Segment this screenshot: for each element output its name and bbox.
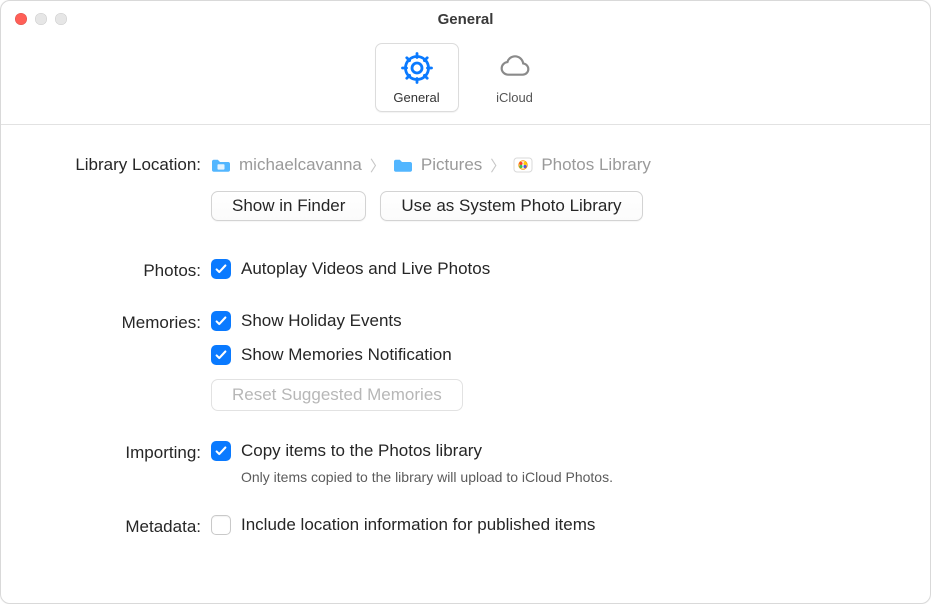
photos-app-icon bbox=[513, 157, 533, 173]
checkbox-icon bbox=[211, 515, 231, 535]
chevron-right-icon: 〉 bbox=[490, 159, 505, 174]
tab-general[interactable]: General bbox=[375, 43, 459, 112]
checkbox-include-location[interactable]: Include location information for publish… bbox=[211, 515, 890, 535]
checkbox-memories-notification[interactable]: Show Memories Notification bbox=[211, 345, 890, 365]
checkbox-icon bbox=[211, 259, 231, 279]
breadcrumb: michaelcavanna 〉 Pictures 〉 bbox=[211, 153, 890, 181]
checkbox-notification-label: Show Memories Notification bbox=[241, 345, 452, 365]
checkbox-icon bbox=[211, 311, 231, 331]
label-photos: Photos: bbox=[41, 259, 211, 281]
tab-icloud-label: iCloud bbox=[496, 90, 533, 105]
row-metadata: Metadata: Include location information f… bbox=[41, 515, 890, 537]
checkbox-copy-label: Copy items to the Photos library bbox=[241, 441, 482, 461]
use-as-system-library-button[interactable]: Use as System Photo Library bbox=[380, 191, 642, 221]
checkbox-autoplay[interactable]: Autoplay Videos and Live Photos bbox=[211, 259, 890, 279]
tab-icloud[interactable]: iCloud bbox=[473, 43, 557, 112]
chevron-right-icon: 〉 bbox=[370, 159, 385, 174]
folder-home-icon bbox=[211, 157, 231, 173]
checkbox-holiday-label: Show Holiday Events bbox=[241, 311, 402, 331]
checkbox-autoplay-label: Autoplay Videos and Live Photos bbox=[241, 259, 490, 279]
traffic-lights bbox=[15, 13, 67, 25]
row-importing: Importing: Copy items to the Photos libr… bbox=[41, 441, 890, 485]
close-icon[interactable] bbox=[15, 13, 27, 25]
prefs-toolbar: General iCloud bbox=[1, 37, 930, 125]
label-importing: Importing: bbox=[41, 441, 211, 463]
row-photos: Photos: Autoplay Videos and Live Photos bbox=[41, 259, 890, 281]
row-memories: Memories: Show Holiday Events Show Memor… bbox=[41, 311, 890, 411]
checkbox-icon bbox=[211, 345, 231, 365]
cloud-icon bbox=[497, 50, 533, 86]
folder-icon bbox=[393, 157, 413, 173]
titlebar: General bbox=[1, 1, 930, 37]
reset-suggested-memories-button[interactable]: Reset Suggested Memories bbox=[211, 379, 463, 411]
checkbox-copy-items[interactable]: Copy items to the Photos library bbox=[211, 441, 890, 461]
breadcrumb-seg-1: Pictures bbox=[421, 155, 482, 175]
checkbox-holiday-events[interactable]: Show Holiday Events bbox=[211, 311, 890, 331]
checkbox-icon bbox=[211, 441, 231, 461]
tab-general-label: General bbox=[393, 90, 439, 105]
gear-icon bbox=[399, 50, 435, 86]
show-in-finder-button[interactable]: Show in Finder bbox=[211, 191, 366, 221]
importing-note: Only items copied to the library will up… bbox=[241, 469, 890, 485]
preferences-window: General General iCloud bbox=[0, 0, 931, 604]
label-library-location: Library Location: bbox=[41, 153, 211, 175]
breadcrumb-seg-0: michaelcavanna bbox=[239, 155, 362, 175]
breadcrumb-seg-2: Photos Library bbox=[541, 155, 651, 175]
checkbox-location-label: Include location information for publish… bbox=[241, 515, 595, 535]
row-library-location: Library Location: michaelcavanna 〉 bbox=[41, 153, 890, 229]
zoom-icon[interactable] bbox=[55, 13, 67, 25]
minimize-icon[interactable] bbox=[35, 13, 47, 25]
content: Library Location: michaelcavanna 〉 bbox=[1, 125, 930, 537]
label-metadata: Metadata: bbox=[41, 515, 211, 537]
label-memories: Memories: bbox=[41, 311, 211, 333]
window-title: General bbox=[438, 11, 494, 28]
